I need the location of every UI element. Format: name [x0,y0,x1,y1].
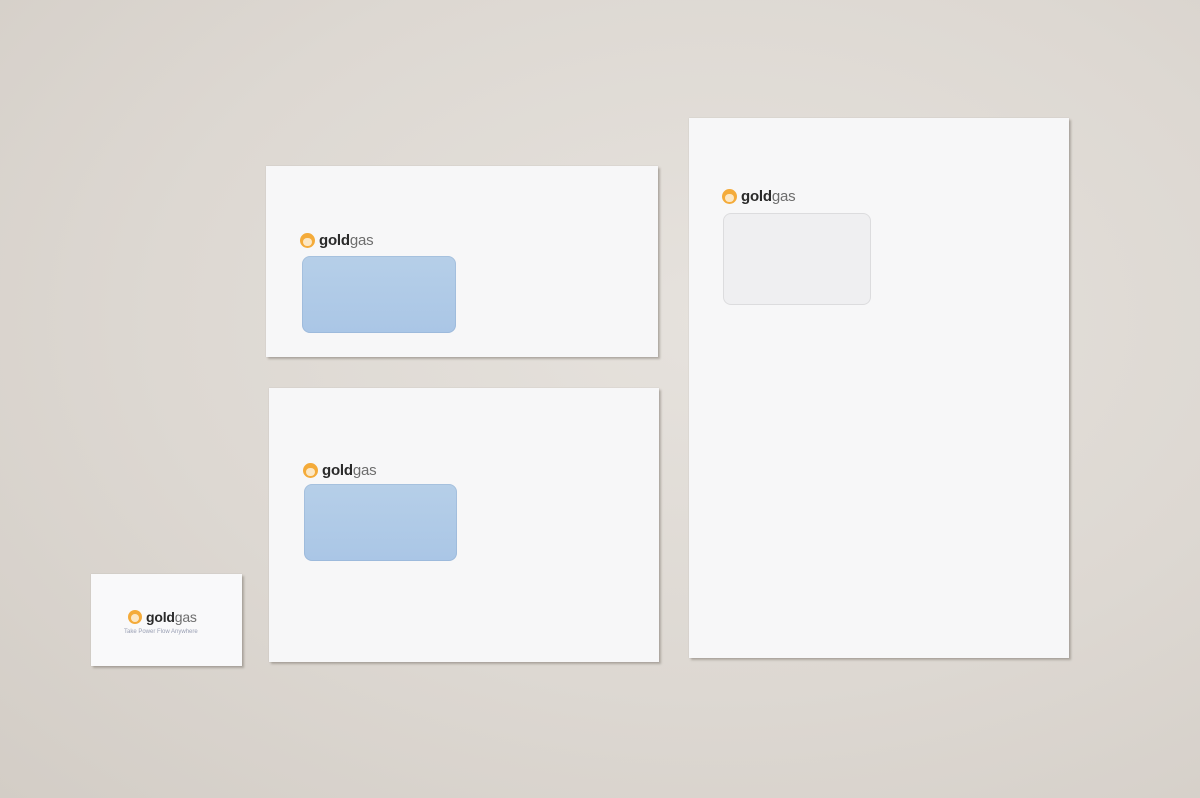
business-card-logo: gold gas [128,609,197,625]
flame-circle-icon [128,610,142,624]
dl-envelope: gold gas [266,166,658,357]
c4-envelope-logo: gold gas [722,188,796,205]
c5-envelope-logo: gold gas [303,462,377,479]
business-card-tagline: Take Power Flow Anywhere [124,629,198,635]
c5-envelope: gold gas [269,388,659,662]
dl-envelope-window [302,256,456,333]
logo-light-text: gas [174,609,197,625]
flame-circle-icon [303,463,318,478]
flame-circle-icon [722,189,737,204]
logo-bold-text: gold [741,188,772,205]
dl-envelope-logo: gold gas [300,232,374,249]
logo-bold-text: gold [322,462,353,479]
flame-circle-icon [300,233,315,248]
logo-light-text: gas [771,188,796,205]
logo-bold-text: gold [319,232,350,249]
c4-envelope: gold gas [689,118,1069,658]
business-card: gold gas Take Power Flow Anywhere [91,574,242,666]
c5-envelope-window [304,484,457,561]
logo-light-text: gas [352,462,377,479]
c4-envelope-window [723,213,871,305]
logo-light-text: gas [349,232,374,249]
logo-bold-text: gold [146,609,175,625]
